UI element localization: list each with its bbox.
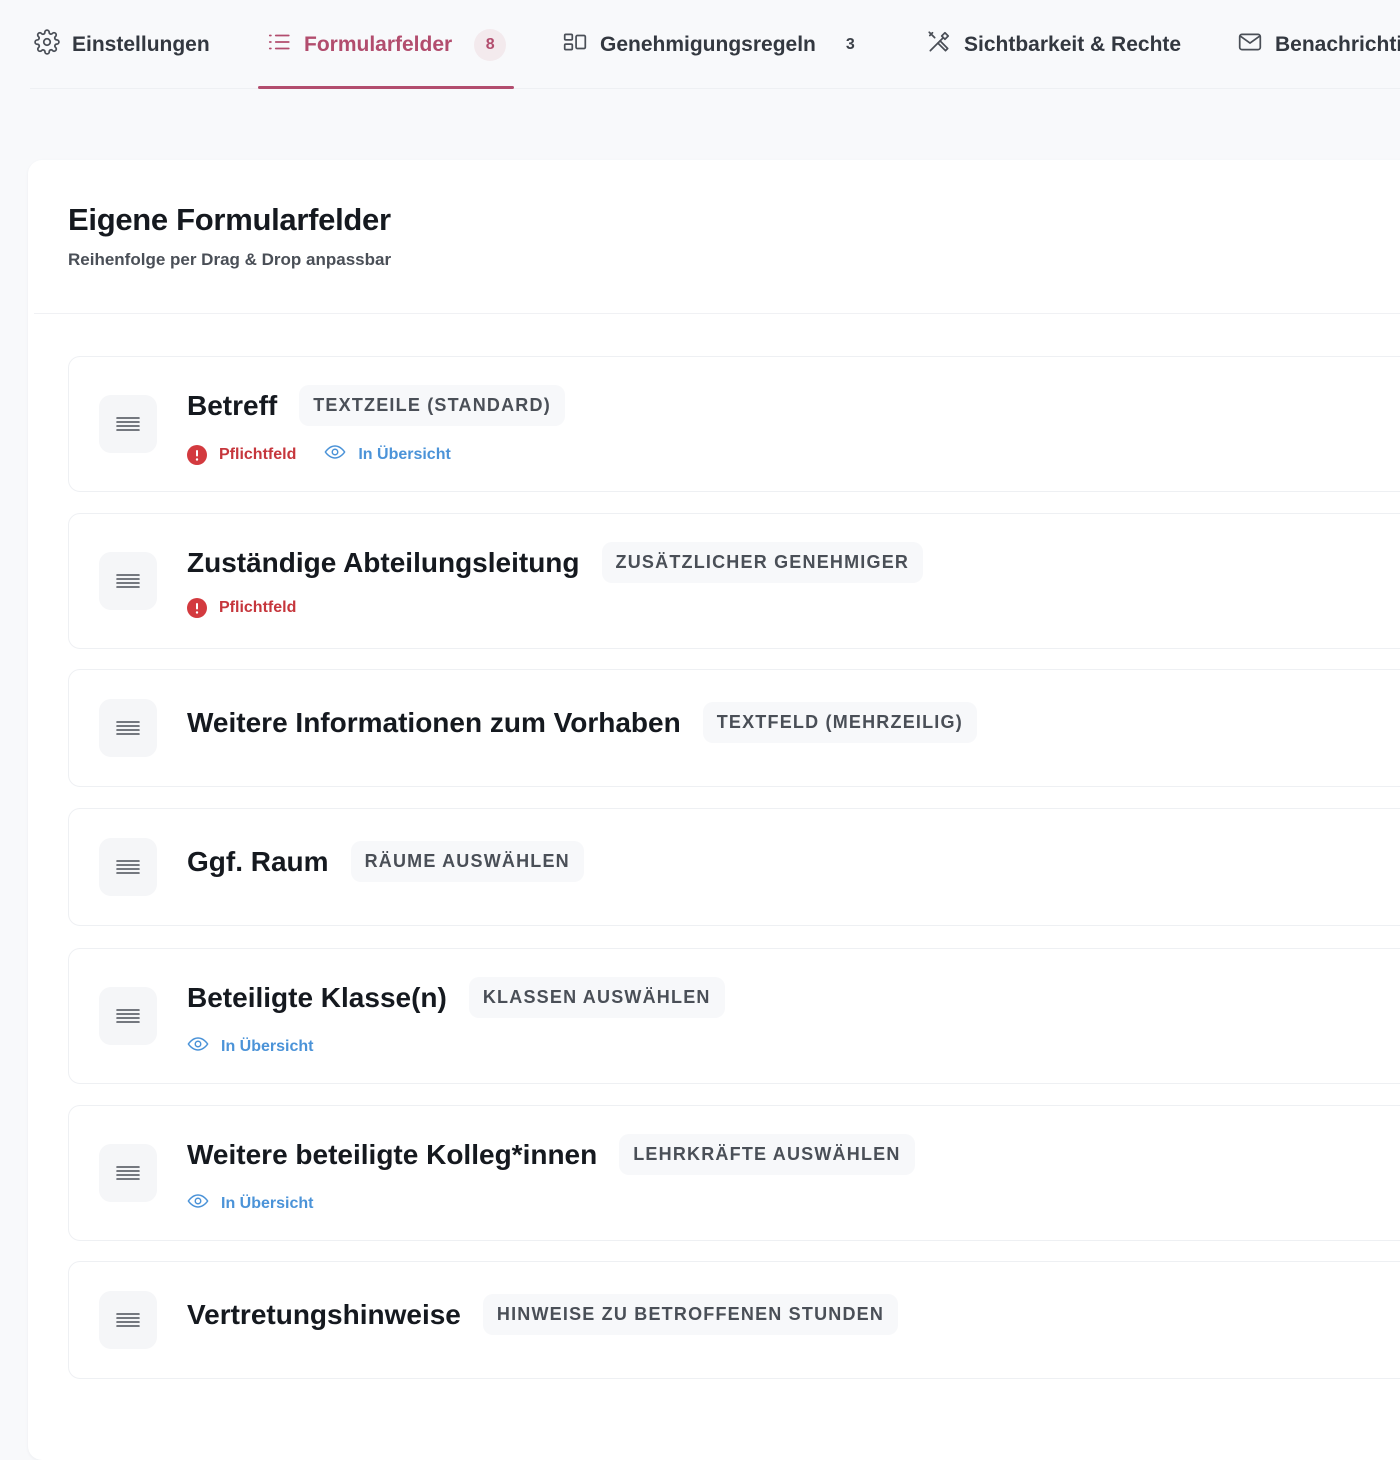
overview-label: In Übersicht bbox=[221, 1194, 314, 1212]
alert-icon bbox=[187, 598, 207, 618]
tab-label: Einstellungen bbox=[72, 33, 210, 56]
required-label: Pflichtfeld bbox=[219, 599, 297, 616]
drag-handle-icon[interactable] bbox=[99, 838, 157, 896]
field-row-klassen[interactable]: Beteiligte Klasse(n) KLASSEN AUSWÄHLEN I… bbox=[68, 948, 1400, 1084]
page-title: Eigene Formularfelder bbox=[68, 202, 391, 237]
count-badge: 3 bbox=[845, 36, 855, 53]
field-type-badge: LEHRKRÄFTE AUSWÄHLEN bbox=[619, 1134, 915, 1175]
eye-icon bbox=[187, 1190, 209, 1217]
tab-label: Formularfelder bbox=[304, 33, 453, 56]
field-row-vertretungshinweise[interactable]: Vertretungshinweise HINWEISE ZU BETROFFE… bbox=[68, 1261, 1400, 1379]
field-name: Beteiligte Klasse(n) bbox=[187, 981, 447, 1013]
tab-label: Benachrichtigungen bbox=[1275, 33, 1400, 56]
drag-handle-icon[interactable] bbox=[99, 1144, 157, 1202]
required-indicator: Pflichtfeld bbox=[187, 444, 297, 465]
overview-indicator: In Übersicht bbox=[187, 1190, 313, 1217]
tab-genehmigungsregeln[interactable]: Genehmigungsregeln 3 bbox=[562, 0, 855, 90]
eye-icon bbox=[187, 1033, 209, 1060]
required-indicator: Pflichtfeld bbox=[187, 598, 296, 618]
field-row-raum[interactable]: Ggf. Raum RÄUME AUSWÄHLEN bbox=[68, 808, 1400, 926]
alert-icon bbox=[187, 444, 207, 465]
list-icon bbox=[266, 29, 292, 61]
drag-handle-icon[interactable] bbox=[99, 699, 157, 757]
tab-label: Genehmigungsregeln bbox=[600, 33, 816, 56]
overview-label: In Übersicht bbox=[221, 1037, 314, 1055]
field-type-badge: HINWEISE ZU BETROFFENEN STUNDEN bbox=[482, 1294, 899, 1335]
tab-benachrichtigungen[interactable]: Benachrichtigungen bbox=[1237, 0, 1400, 90]
field-row-kolleginnen[interactable]: Weitere beteiligte Kolleg*innen LEHRKRÄF… bbox=[68, 1105, 1400, 1241]
tab-bar: Einstellungen Formularfelder 8 Genehmigu… bbox=[0, 0, 1400, 90]
drag-handle-icon[interactable] bbox=[99, 552, 157, 610]
field-name: Ggf. Raum bbox=[187, 845, 329, 877]
field-type-badge: RÄUME AUSWÄHLEN bbox=[350, 841, 584, 882]
tools-icon bbox=[926, 29, 952, 61]
tab-divider bbox=[30, 88, 1400, 89]
mail-icon bbox=[1237, 29, 1263, 61]
field-type-badge: ZUSÄTZLICHER GENEHMIGER bbox=[601, 542, 924, 583]
drag-handle-icon[interactable] bbox=[99, 987, 157, 1045]
count-badge: 8 bbox=[474, 29, 507, 61]
rules-icon bbox=[562, 29, 588, 61]
page-subtitle: Reihenfolge per Drag & Drop anpassbar bbox=[68, 250, 392, 269]
field-type-badge: TEXTFELD (MEHRZEILIG) bbox=[702, 702, 977, 743]
overview-indicator: In Übersicht bbox=[187, 1033, 313, 1060]
tab-einstellungen[interactable]: Einstellungen bbox=[34, 0, 210, 90]
tab-formularfelder[interactable]: Formularfelder 8 bbox=[266, 0, 507, 90]
overview-label: In Übersicht bbox=[358, 445, 451, 463]
tab-sichtbarkeit-rechte[interactable]: Sichtbarkeit & Rechte bbox=[926, 0, 1181, 90]
drag-handle-icon[interactable] bbox=[99, 395, 157, 453]
eye-icon bbox=[324, 441, 346, 468]
field-name: Betreff bbox=[187, 389, 278, 421]
field-name: Zuständige Abteilungsleitung bbox=[187, 546, 580, 578]
form-fields-card: Eigene Formularfelder Reihenfolge per Dr… bbox=[28, 160, 1400, 1460]
field-row-betreff[interactable]: Betreff TEXTZEILE (STANDARD) Pflichtfeld… bbox=[68, 356, 1400, 492]
required-label: Pflichtfeld bbox=[219, 445, 297, 463]
tab-label: Sichtbarkeit & Rechte bbox=[964, 33, 1182, 56]
field-name: Weitere beteiligte Kolleg*innen bbox=[187, 1138, 598, 1170]
field-type-badge: TEXTZEILE (STANDARD) bbox=[299, 385, 565, 426]
field-type-badge: KLASSEN AUSWÄHLEN bbox=[468, 977, 725, 1018]
field-name: Weitere Informationen zum Vorhaben bbox=[187, 706, 681, 738]
gear-icon bbox=[34, 29, 60, 61]
field-row-abteilungsleitung[interactable]: Zuständige Abteilungsleitung ZUSÄTZLICHE… bbox=[68, 513, 1400, 649]
overview-indicator: In Übersicht bbox=[324, 441, 451, 468]
field-row-weitere-informationen[interactable]: Weitere Informationen zum Vorhaben TEXTF… bbox=[68, 669, 1400, 787]
divider bbox=[34, 313, 1400, 314]
active-tab-indicator bbox=[258, 86, 514, 89]
field-name: Vertretungshinweise bbox=[187, 1298, 461, 1330]
drag-handle-icon[interactable] bbox=[99, 1291, 157, 1349]
